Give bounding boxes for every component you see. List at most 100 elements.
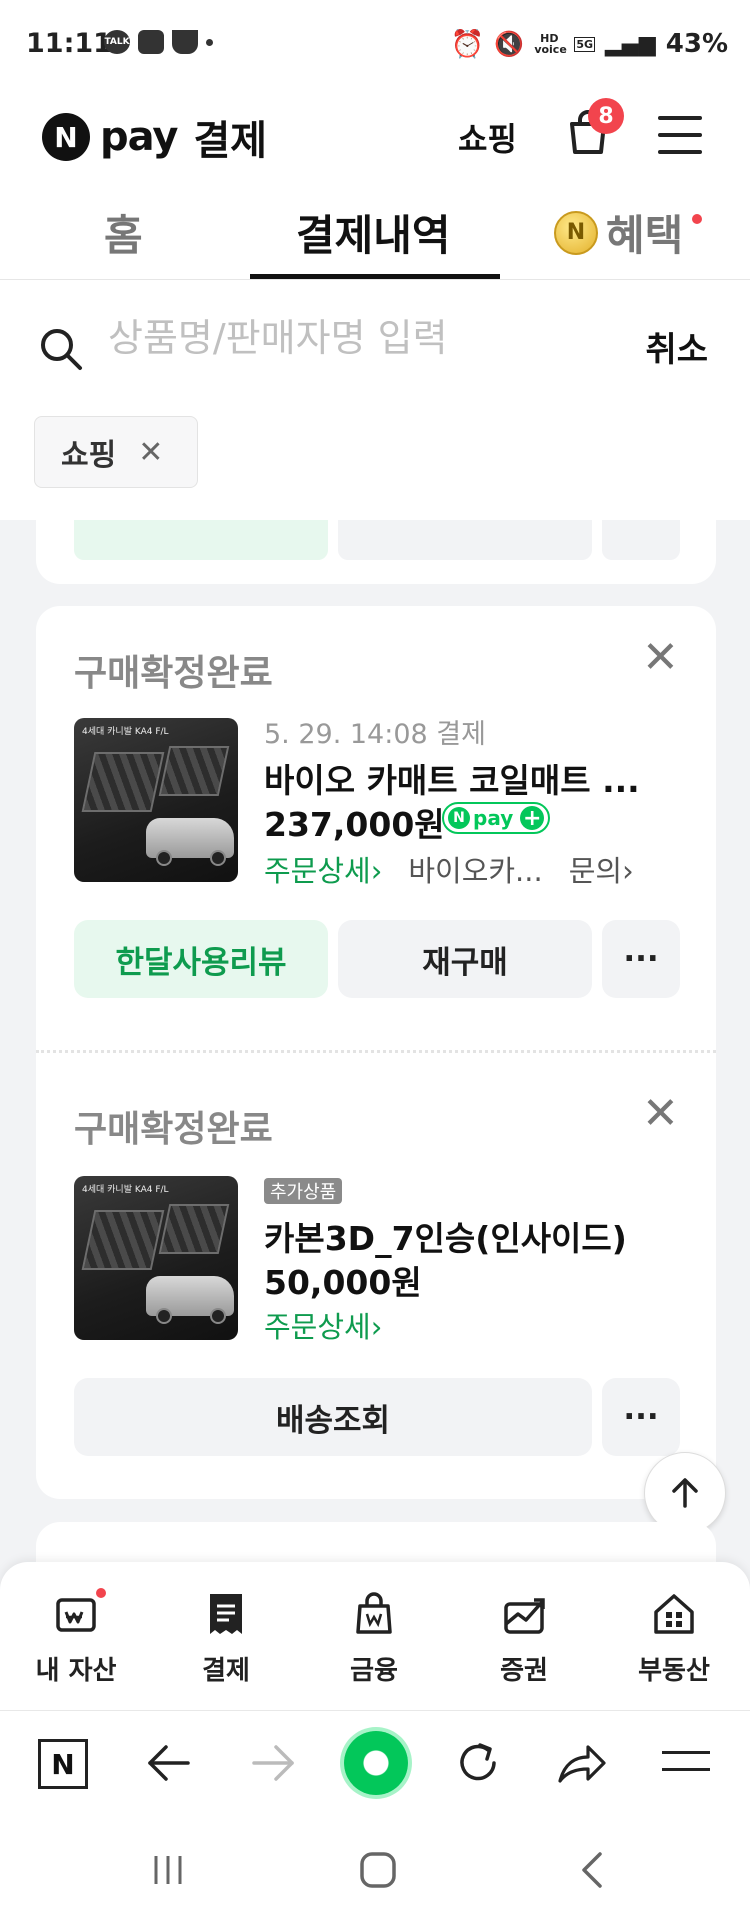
tab-payment-history[interactable]: 결제내역 (296, 202, 451, 263)
back-arrow-icon[interactable] (146, 1743, 190, 1783)
mat-shape (158, 1204, 230, 1254)
order-status: 구매확정완료 (74, 653, 273, 694)
order-links: 주문상세› (264, 1304, 382, 1346)
car-wheel (210, 1308, 226, 1324)
search-section: 취소 쇼핑 ✕ (0, 280, 750, 520)
tab-home[interactable]: 홈 (104, 202, 143, 263)
alarm-icon: ⏰ (450, 29, 485, 60)
home-icon[interactable] (358, 1850, 398, 1890)
mute-icon: 🔇 (494, 30, 525, 58)
product-price: 237,000원 (264, 805, 445, 844)
previous-order-card (36, 520, 716, 584)
product-name[interactable]: 바이오 카매트 코일매트 ... (264, 754, 694, 802)
more-button[interactable]: ··· (602, 1378, 680, 1456)
app-header: N pay 결제 쇼핑 8 (0, 86, 750, 182)
recent-apps-icon[interactable] (150, 1852, 186, 1888)
hamburger-line (658, 116, 702, 120)
nav-label: 부동산 (638, 1656, 710, 1686)
product-image[interactable]: 4세대 카니발 KA4 F/L (74, 718, 238, 882)
monthly-review-button[interactable]: 한달사용리뷰 (74, 920, 328, 998)
nav-payment[interactable]: 결제 (166, 1590, 286, 1687)
browser-menu-button[interactable] (662, 1751, 710, 1771)
peek-button (338, 520, 592, 560)
main-tabs: 홈 결제내역 N 혜택 (0, 182, 750, 280)
rebuy-button[interactable]: 재구매 (338, 920, 592, 998)
more-button[interactable]: ··· (602, 920, 680, 998)
signal-icon: ▂▄▆ (605, 31, 656, 57)
nav-label: 금융 (350, 1656, 398, 1686)
car-wheel (156, 850, 172, 866)
refresh-icon[interactable] (454, 1739, 502, 1787)
new-dot-icon (692, 214, 702, 224)
thumb-label: 4세대 카니발 KA4 F/L (82, 1185, 169, 1195)
android-navigation-bar (0, 1822, 750, 1922)
order-links: 주문상세› 바이오카... 문의› (264, 848, 634, 890)
car-wheel (210, 850, 226, 866)
arrow-up-icon (672, 1478, 698, 1508)
logo-pay-text: pay (100, 114, 178, 160)
battery-level: 43% (665, 29, 728, 59)
npay-badge-text: pay (473, 806, 514, 830)
peek-button (74, 520, 328, 560)
order-divider (36, 1050, 716, 1053)
nav-real-estate[interactable]: 부동산 (614, 1590, 734, 1687)
plus-icon: + (520, 806, 545, 831)
product-image[interactable]: 4세대 카니발 KA4 F/L (74, 1176, 238, 1340)
hd-voice-label: HD voice (534, 32, 567, 56)
tab-benefit[interactable]: N 혜택 (554, 202, 683, 263)
seller-link[interactable]: 바이오카... (408, 848, 542, 890)
nav-label: 증권 (500, 1656, 548, 1686)
order-card: 구매확정완료 ✕ 4세대 카니발 KA4 F/L 5. 29. 14:08 결제… (36, 606, 716, 1499)
product-name[interactable]: 카본3D_7인승(인사이드) (264, 1212, 694, 1260)
share-icon[interactable] (556, 1741, 606, 1785)
status-bar: 11:11 TALK ⏰ 🔇 HD voice 5G ▂▄▆ 43% (0, 0, 750, 86)
search-input[interactable] (108, 316, 608, 360)
track-delivery-button[interactable]: 배송조회 (74, 1378, 592, 1456)
naver-n-icon: N (448, 807, 470, 829)
hamburger-line (658, 150, 702, 154)
npay-plus-badge: N pay + (442, 802, 551, 834)
order-status: 구매확정완료 (74, 1109, 273, 1150)
filter-chip-label: 쇼핑 (61, 438, 117, 473)
peek-button (602, 520, 680, 560)
cancel-button[interactable]: 취소 (645, 322, 708, 371)
order-detail-link[interactable]: 주문상세› (264, 1304, 382, 1346)
image-icon (138, 30, 164, 54)
talk-icon: TALK (104, 30, 130, 54)
product-price: 50,000원 (264, 1263, 422, 1302)
npay-logo[interactable]: N pay 결제 (42, 108, 267, 166)
filter-chip-shopping[interactable]: 쇼핑 ✕ (34, 416, 198, 488)
npay-coin-icon: N (554, 210, 598, 255)
status-right: ⏰ 🔇 HD voice 5G ▂▄▆ 43% (451, 28, 728, 60)
mat-shape (81, 752, 165, 812)
close-icon[interactable]: ✕ (138, 435, 163, 470)
naver-home-button[interactable]: N (38, 1739, 88, 1789)
status-left-icons: TALK (104, 30, 213, 54)
nav-stocks[interactable]: 증권 (464, 1590, 584, 1687)
close-icon[interactable]: ✕ (642, 1088, 679, 1139)
active-tab-indicator (250, 274, 500, 279)
hamburger-line (658, 133, 702, 137)
nav-label: 결제 (202, 1656, 250, 1686)
page-title: 결제 (193, 118, 268, 164)
car-wheel (156, 1308, 172, 1324)
close-icon[interactable]: ✕ (642, 632, 679, 683)
menu-button[interactable] (658, 116, 702, 167)
nav-label: 내 자산 (35, 1656, 117, 1686)
naver-n-icon: N (42, 113, 90, 161)
forward-arrow-icon[interactable] (252, 1743, 296, 1783)
receipt-icon (210, 1594, 242, 1634)
status-time: 11:11 (26, 28, 112, 59)
wallet-icon (56, 1598, 96, 1632)
bottom-navigation: 내 자산 결제 금융 증권 부동산 (0, 1562, 750, 1710)
browser-toolbar: N (0, 1710, 750, 1822)
stock-chart-icon (504, 1598, 545, 1634)
nav-my-assets[interactable]: 내 자산 (16, 1590, 136, 1687)
tab-benefit-label: 혜택 (606, 211, 684, 260)
order-detail-link[interactable]: 주문상세› (264, 848, 382, 890)
back-icon[interactable] (576, 1850, 606, 1890)
inquiry-link[interactable]: 문의› (569, 848, 634, 890)
nav-finance[interactable]: 금융 (314, 1590, 434, 1687)
shopping-link[interactable]: 쇼핑 (458, 114, 517, 160)
green-dot-button[interactable] (344, 1731, 408, 1795)
